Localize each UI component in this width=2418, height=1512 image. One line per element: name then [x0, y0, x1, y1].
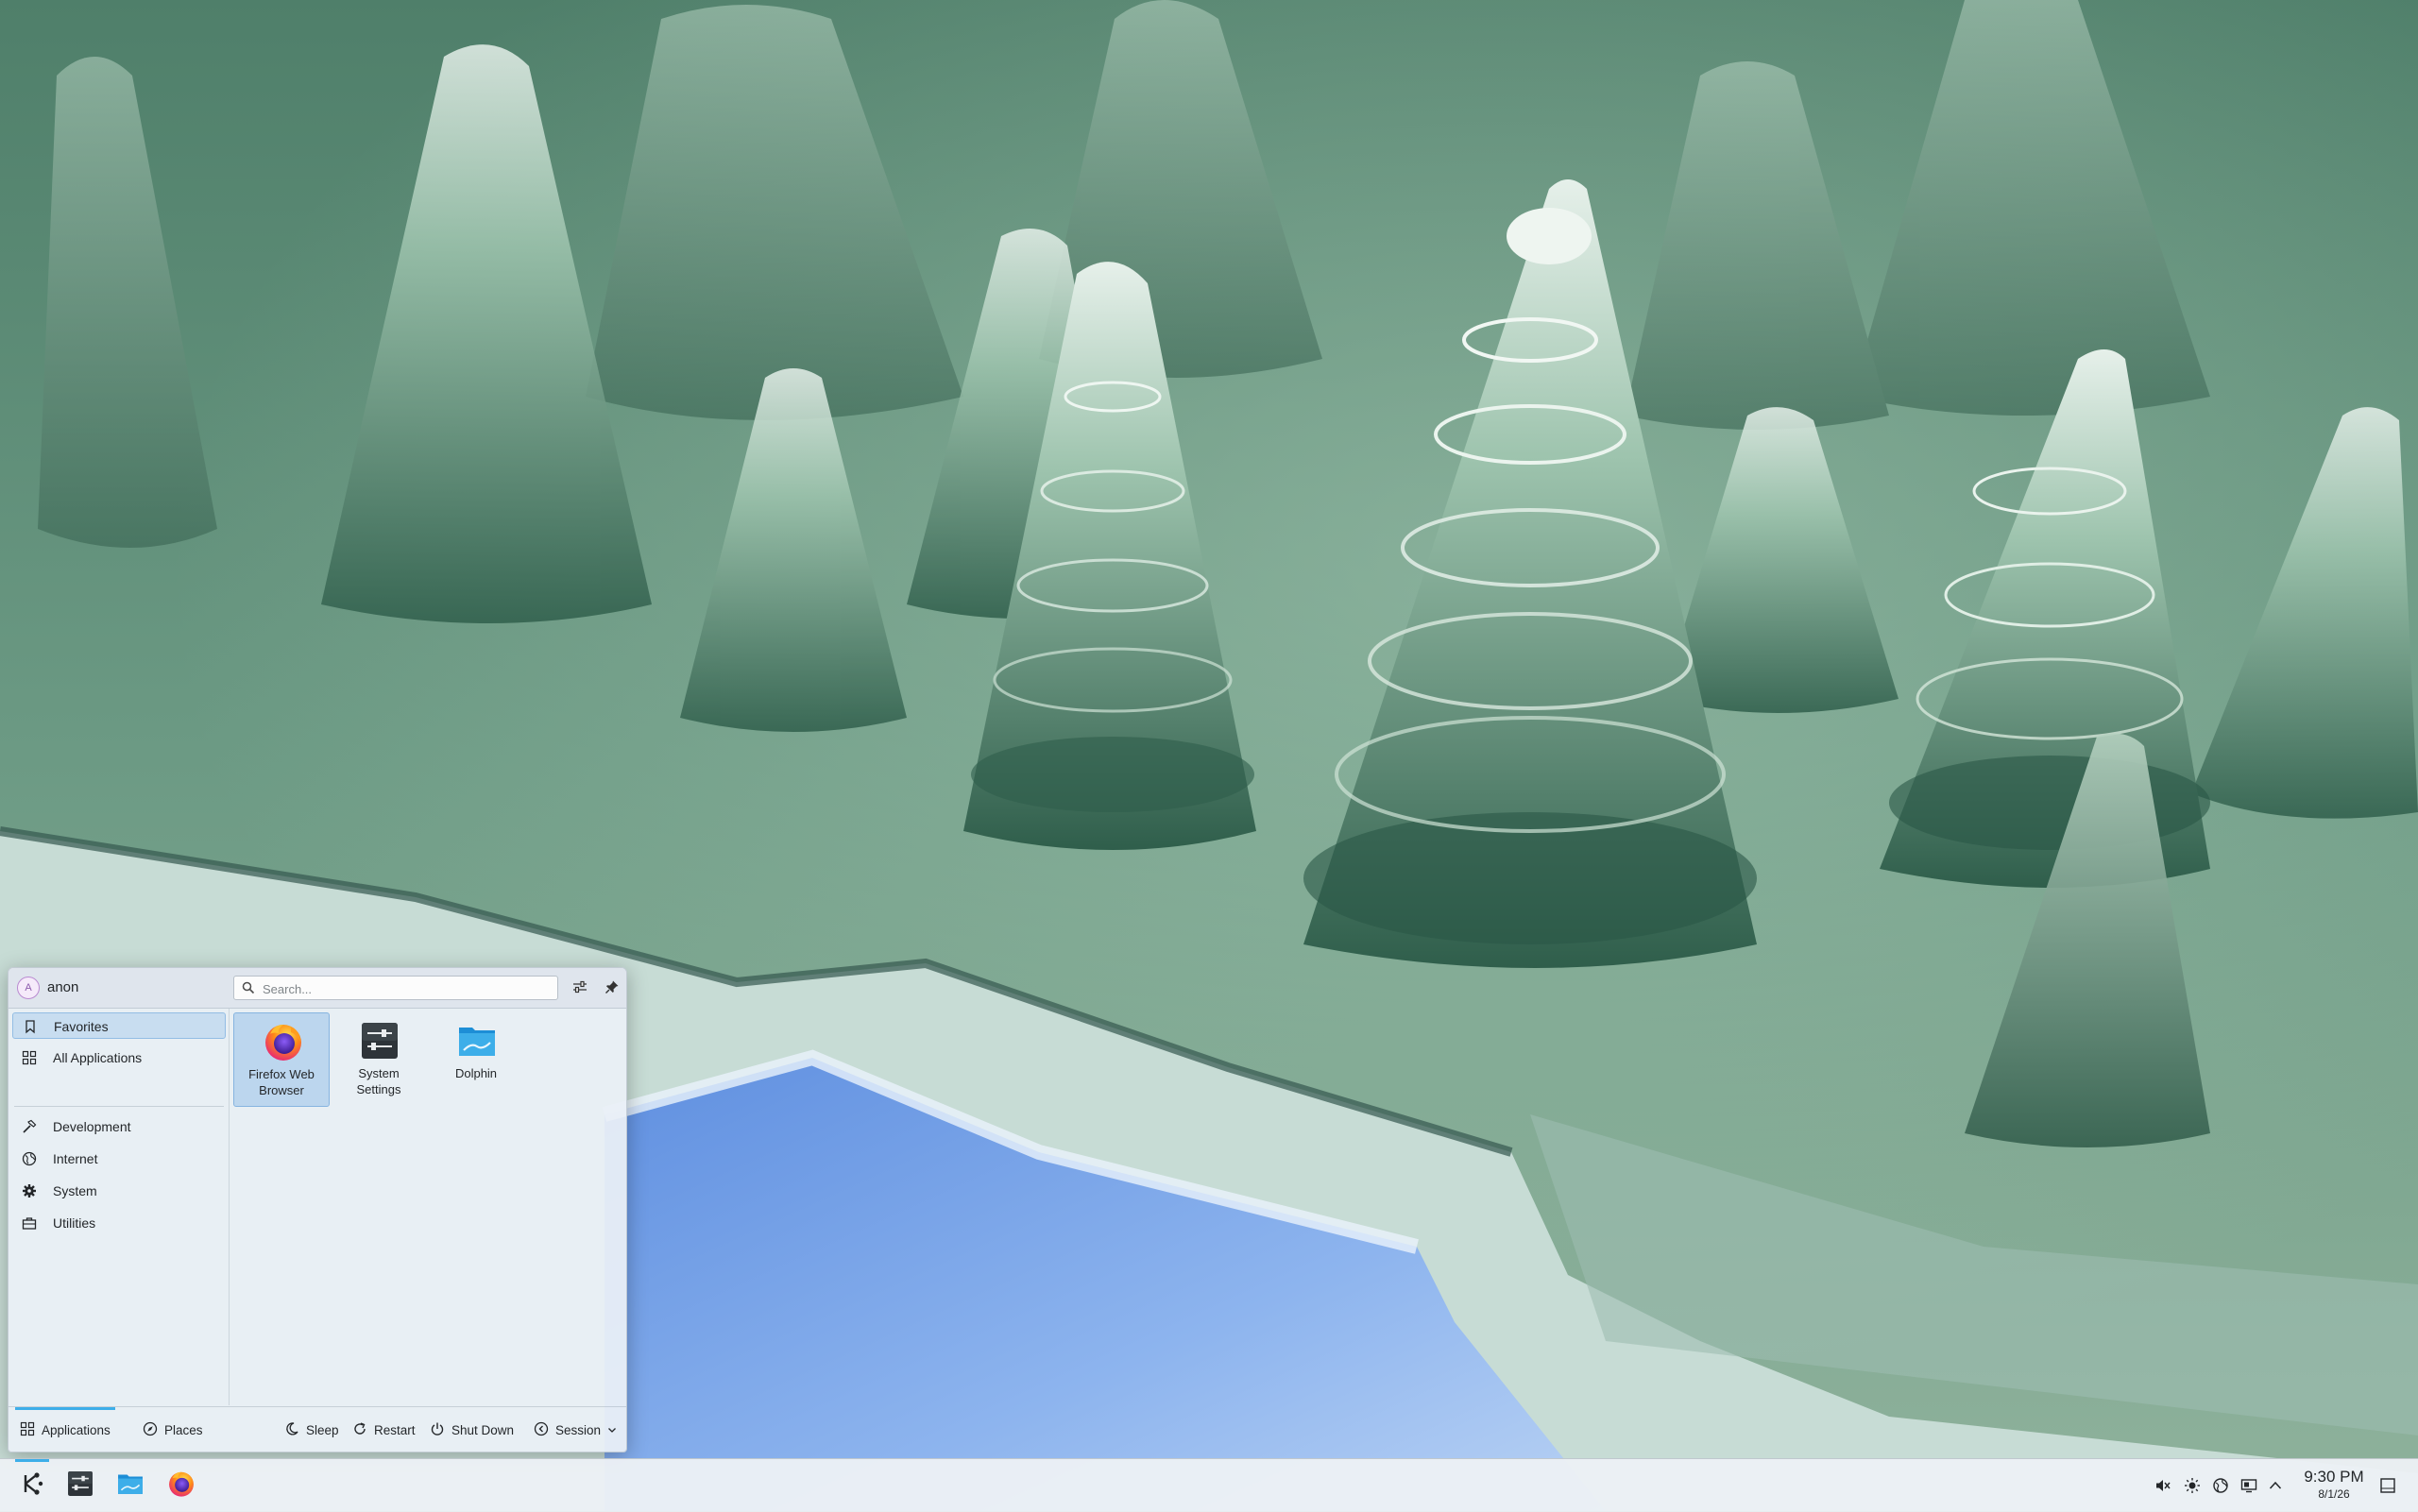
clock-date[interactable]: 8/1/26	[2291, 1487, 2376, 1501]
app-label-line: Browser	[259, 1083, 304, 1097]
sidebar-item-label: Favorites	[54, 1019, 109, 1034]
system-settings-icon	[66, 1470, 94, 1503]
restart-icon	[352, 1421, 374, 1439]
app-tile-dolphin[interactable]: Dolphin	[428, 1012, 524, 1107]
search-icon	[242, 981, 255, 997]
firefox-icon	[167, 1470, 196, 1503]
compass-icon	[143, 1421, 164, 1439]
session-button[interactable]: Session	[534, 1420, 623, 1439]
launcher-footer: Applications Places Sleep Restart Shut D…	[9, 1406, 626, 1452]
system-settings-icon	[359, 1020, 400, 1062]
sidebar-item-development[interactable]: Development	[12, 1113, 226, 1140]
app-label-line: System	[358, 1066, 400, 1080]
globe-icon	[22, 1151, 37, 1166]
display-configuration-icon[interactable]	[2239, 1476, 2258, 1495]
sidebar-item-system[interactable]: System	[12, 1178, 226, 1204]
button-label: Restart	[374, 1422, 416, 1437]
app-label-line: Settings	[356, 1082, 401, 1096]
sidebar-item-label: Internet	[53, 1151, 98, 1166]
kde-launcher-icon	[18, 1470, 46, 1503]
sidebar-item-all-applications[interactable]: All Applications	[12, 1045, 226, 1071]
search-input[interactable]	[261, 979, 548, 998]
app-label: Dolphin	[428, 1065, 524, 1081]
tab-places[interactable]: Places	[143, 1420, 203, 1439]
session-icon	[534, 1421, 555, 1439]
chevron-up-icon[interactable]	[2266, 1476, 2285, 1495]
sidebar-item-favorites[interactable]: Favorites	[12, 1012, 226, 1039]
pin-icon	[604, 979, 620, 997]
power-icon	[430, 1421, 451, 1439]
category-sidebar: Favorites All Applications Development I…	[9, 1009, 230, 1405]
button-label: Session	[555, 1422, 602, 1437]
sidebar-item-utilities[interactable]: Utilities	[12, 1210, 226, 1236]
sidebar-item-label: Utilities	[53, 1215, 96, 1231]
sidebar-item-label: System	[53, 1183, 97, 1198]
brightness-icon[interactable]	[2183, 1476, 2202, 1495]
restart-button[interactable]: Restart	[352, 1420, 416, 1439]
application-launcher-button[interactable]	[11, 1459, 53, 1506]
sliders-icon	[571, 978, 588, 998]
chevron-down-icon	[607, 1423, 623, 1437]
configure-button[interactable]	[569, 977, 591, 999]
sidebar-item-label: Development	[53, 1119, 131, 1134]
tab-label: Applications	[42, 1422, 111, 1437]
button-label: Sleep	[306, 1422, 339, 1437]
user-avatar[interactable]: A	[17, 977, 40, 999]
tab-label: Places	[164, 1422, 203, 1437]
app-label: System Settings	[331, 1065, 427, 1097]
taskbar-firefox[interactable]	[161, 1465, 202, 1506]
application-launcher: A anon Favorites	[8, 967, 627, 1453]
folder-icon	[116, 1470, 145, 1503]
tab-applications[interactable]: Applications	[20, 1420, 111, 1439]
search-field[interactable]	[233, 976, 558, 1000]
sleep-button[interactable]: Sleep	[284, 1420, 339, 1439]
sidebar-item-label: All Applications	[53, 1050, 143, 1065]
clock-time[interactable]: 9:30 PM	[2291, 1468, 2376, 1487]
firefox-icon	[263, 1021, 304, 1062]
app-label: Firefox Web Browser	[234, 1066, 329, 1098]
taskbar: 9:30 PM 8/1/26	[0, 1458, 2418, 1512]
username-label: anon	[47, 979, 79, 995]
hammer-icon	[22, 1119, 37, 1134]
show-desktop-button[interactable]	[2378, 1476, 2397, 1495]
app-tile-firefox[interactable]: Firefox Web Browser	[233, 1012, 330, 1107]
network-icon[interactable]	[2211, 1476, 2230, 1495]
launcher-header: A anon	[9, 968, 626, 1009]
button-label: Shut Down	[451, 1422, 515, 1437]
toolbox-icon	[22, 1215, 37, 1231]
grid-icon	[20, 1421, 42, 1439]
folder-icon	[456, 1020, 498, 1062]
shutdown-button[interactable]: Shut Down	[430, 1420, 514, 1439]
app-label-line: Firefox Web	[248, 1067, 315, 1081]
app-label-line: Dolphin	[454, 1066, 498, 1080]
sleep-icon	[284, 1421, 306, 1439]
taskbar-system-settings[interactable]	[60, 1465, 101, 1506]
bookmark-icon	[23, 1019, 38, 1034]
sidebar-separator	[14, 1106, 224, 1107]
gear-icon	[22, 1183, 37, 1198]
grid-icon	[22, 1050, 37, 1065]
active-tab-indicator	[15, 1407, 115, 1410]
app-tile-system-settings[interactable]: System Settings	[331, 1012, 427, 1107]
pin-button[interactable]	[601, 977, 623, 999]
sidebar-item-internet[interactable]: Internet	[12, 1146, 226, 1172]
taskbar-dolphin[interactable]	[110, 1465, 151, 1506]
volume-muted-icon[interactable]	[2154, 1476, 2172, 1495]
